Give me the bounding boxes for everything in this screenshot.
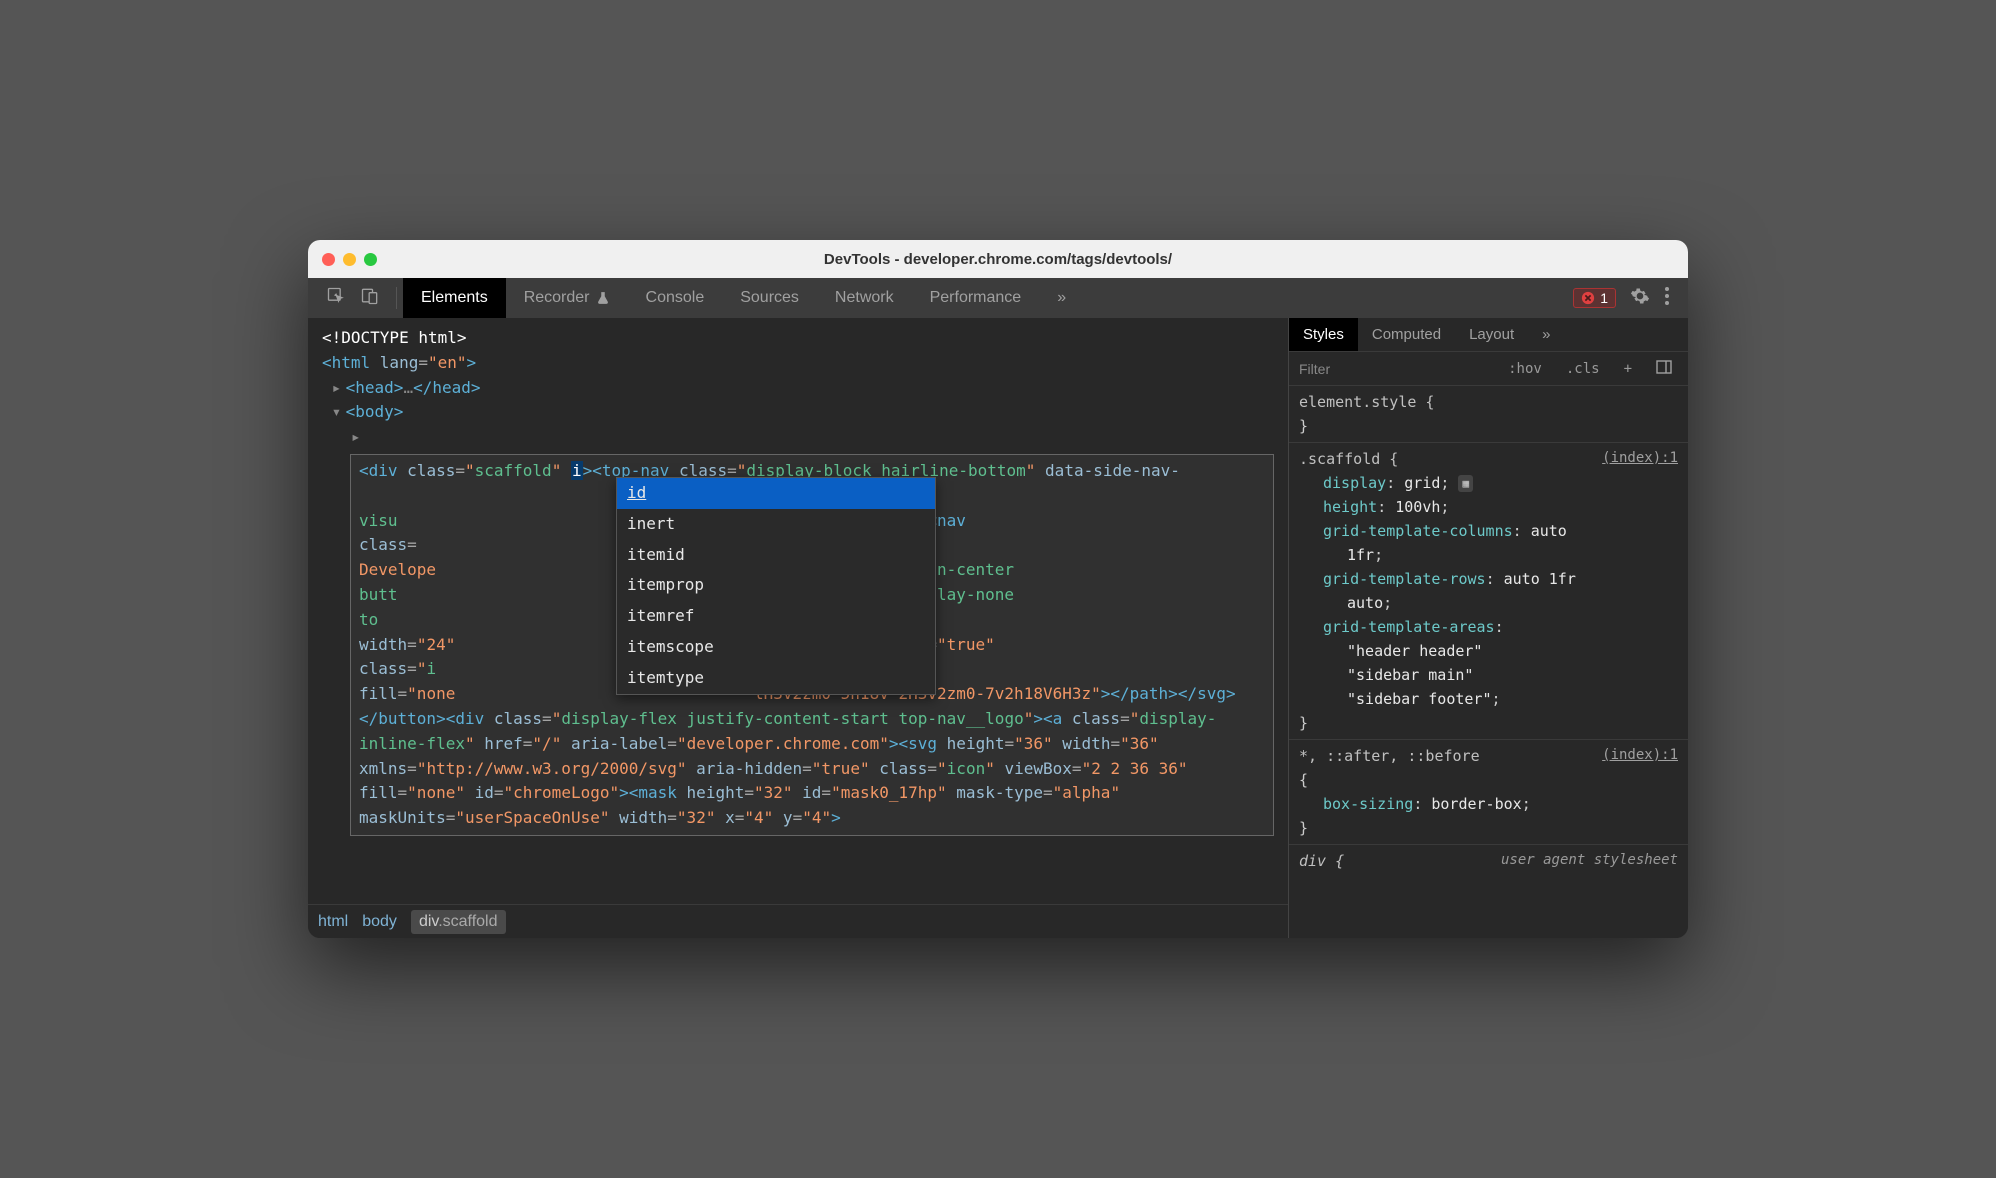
source-link[interactable]: (index):1 — [1602, 744, 1678, 768]
crumb-div-scaffold[interactable]: div.scaffold — [411, 910, 506, 934]
ac-item-itemprop[interactable]: itemprop — [617, 570, 935, 601]
inspect-icon[interactable] — [326, 286, 346, 311]
autocomplete-popup: id inert itemid itemprop itemref itemsco… — [616, 477, 936, 695]
breadcrumb: html body div.scaffold — [308, 904, 1288, 938]
crumb-html[interactable]: html — [318, 913, 348, 931]
close-window[interactable] — [322, 253, 335, 266]
ac-item-itemref[interactable]: itemref — [617, 601, 935, 632]
tab-network[interactable]: Network — [817, 278, 912, 318]
settings-icon[interactable] — [1630, 286, 1650, 311]
tab-console[interactable]: Console — [628, 278, 723, 318]
main-toolbar: Elements Recorder Console Sources Networ… — [308, 278, 1688, 318]
grid-icon[interactable]: ▦ — [1458, 475, 1473, 493]
dom-tree[interactable]: <!DOCTYPE html> <html lang="en"> ▸<head>… — [308, 318, 1288, 904]
stab-layout[interactable]: Layout — [1455, 318, 1528, 351]
ua-stylesheet-label: user agent stylesheet — [1501, 849, 1678, 873]
error-badge[interactable]: 1 — [1573, 288, 1616, 308]
filter-input[interactable]: Filter — [1299, 361, 1490, 377]
tab-recorder[interactable]: Recorder — [506, 278, 628, 318]
flask-icon — [596, 291, 610, 305]
tabs-overflow[interactable]: » — [1039, 278, 1084, 318]
window-title: DevTools - developer.chrome.com/tags/dev… — [824, 251, 1172, 268]
crumb-body[interactable]: body — [362, 913, 397, 931]
device-toggle-icon[interactable] — [360, 286, 380, 311]
zoom-window[interactable] — [364, 253, 377, 266]
tab-elements[interactable]: Elements — [403, 278, 506, 318]
ac-item-itemid[interactable]: itemid — [617, 540, 935, 571]
devtools-window: DevTools - developer.chrome.com/tags/dev… — [308, 240, 1688, 938]
ac-item-inert[interactable]: inert — [617, 509, 935, 540]
more-icon[interactable] — [1664, 286, 1670, 311]
styles-toolbar: Filter :hov .cls + — [1289, 352, 1688, 386]
stab-computed[interactable]: Computed — [1358, 318, 1455, 351]
ac-item-itemtype[interactable]: itemtype — [617, 663, 935, 694]
sidebar-toggle-icon[interactable] — [1650, 358, 1678, 380]
window-controls — [322, 253, 377, 266]
hov-button[interactable]: :hov — [1502, 359, 1548, 379]
minimize-window[interactable] — [343, 253, 356, 266]
stab-overflow[interactable]: » — [1528, 318, 1564, 351]
ac-item-itemscope[interactable]: itemscope — [617, 632, 935, 663]
styles-body[interactable]: element.style { } .scaffold { (index):1 … — [1289, 386, 1688, 938]
source-link[interactable]: (index):1 — [1602, 447, 1678, 471]
ac-item-id[interactable]: id — [617, 478, 935, 509]
styles-tabs: Styles Computed Layout » — [1289, 318, 1688, 352]
tab-performance[interactable]: Performance — [912, 278, 1040, 318]
stab-styles[interactable]: Styles — [1289, 318, 1358, 351]
tab-sources[interactable]: Sources — [722, 278, 817, 318]
new-rule-button[interactable]: + — [1618, 359, 1638, 379]
error-icon — [1581, 291, 1595, 305]
cls-button[interactable]: .cls — [1560, 359, 1606, 379]
titlebar: DevTools - developer.chrome.com/tags/dev… — [308, 240, 1688, 278]
